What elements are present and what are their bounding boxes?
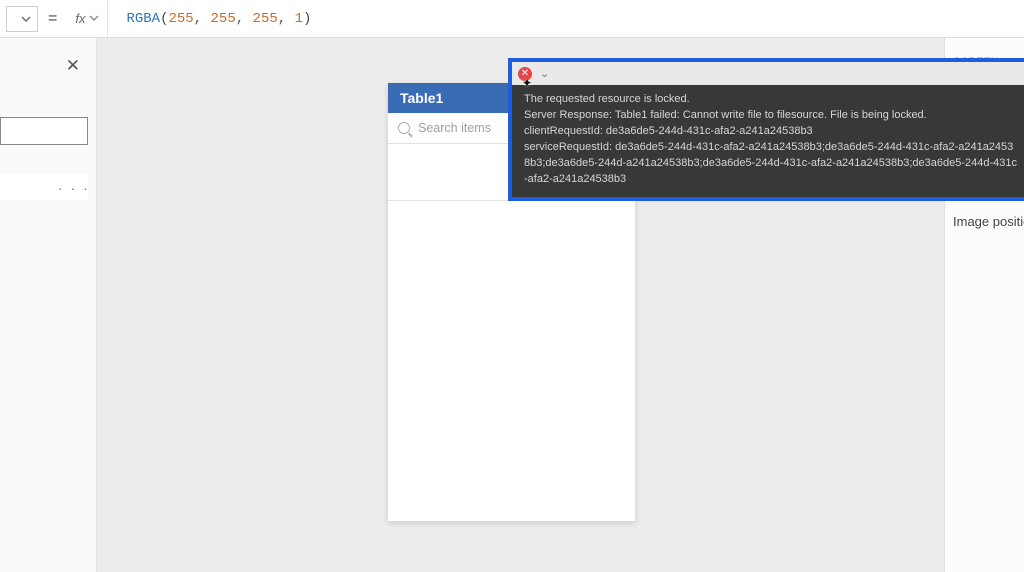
error-tooltip: ✕ ✦ ⌄ The requested resource is locked. … — [508, 58, 1024, 201]
fx-button[interactable]: fx — [67, 0, 108, 37]
formula-bar: = fx RGBA(255, 255, 255, 1) — [0, 0, 1024, 38]
close-icon[interactable]: ✕ — [66, 56, 80, 76]
left-panel: ✕ · · · — [0, 38, 97, 572]
property-image-position[interactable]: Image position — [953, 214, 1024, 229]
search-placeholder: Search items — [418, 121, 491, 135]
error-line: clientRequestId: de3a6de5-244d-431c-afa2… — [524, 125, 813, 137]
error-tooltip-header[interactable]: ✕ ✦ ⌄ — [512, 62, 1024, 85]
search-icon — [398, 122, 410, 134]
formula-input[interactable]: RGBA(255, 255, 255, 1) — [108, 11, 311, 27]
error-icon: ✕ ✦ — [518, 67, 532, 81]
error-line: Server Response: Table1 failed: Cannot w… — [524, 109, 927, 121]
chevron-down-icon[interactable]: ⌄ — [540, 67, 549, 80]
workspace: ✕ · · · Table1 Search items 〉 ✕ ✦ ⌄ — [0, 38, 1024, 572]
error-line: serviceRequestId: de3a6de5-244d-431c-afa… — [524, 141, 1017, 185]
error-tooltip-body: The requested resource is locked. Server… — [512, 85, 1024, 197]
chevron-down-icon — [89, 11, 99, 26]
tree-search-input[interactable] — [0, 117, 88, 145]
canvas[interactable]: Table1 Search items 〉 ✕ ✦ ⌄ The requeste… — [97, 38, 944, 572]
property-selector[interactable] — [6, 6, 38, 32]
more-icon[interactable]: · · · — [58, 180, 90, 196]
chevron-down-icon — [21, 14, 31, 24]
equals-label: = — [38, 10, 67, 28]
error-line: The requested resource is locked. — [524, 93, 690, 105]
preview-title: Table1 — [400, 90, 443, 106]
fx-label: fx — [75, 11, 85, 26]
cursor-icon: ✦ — [522, 77, 532, 89]
